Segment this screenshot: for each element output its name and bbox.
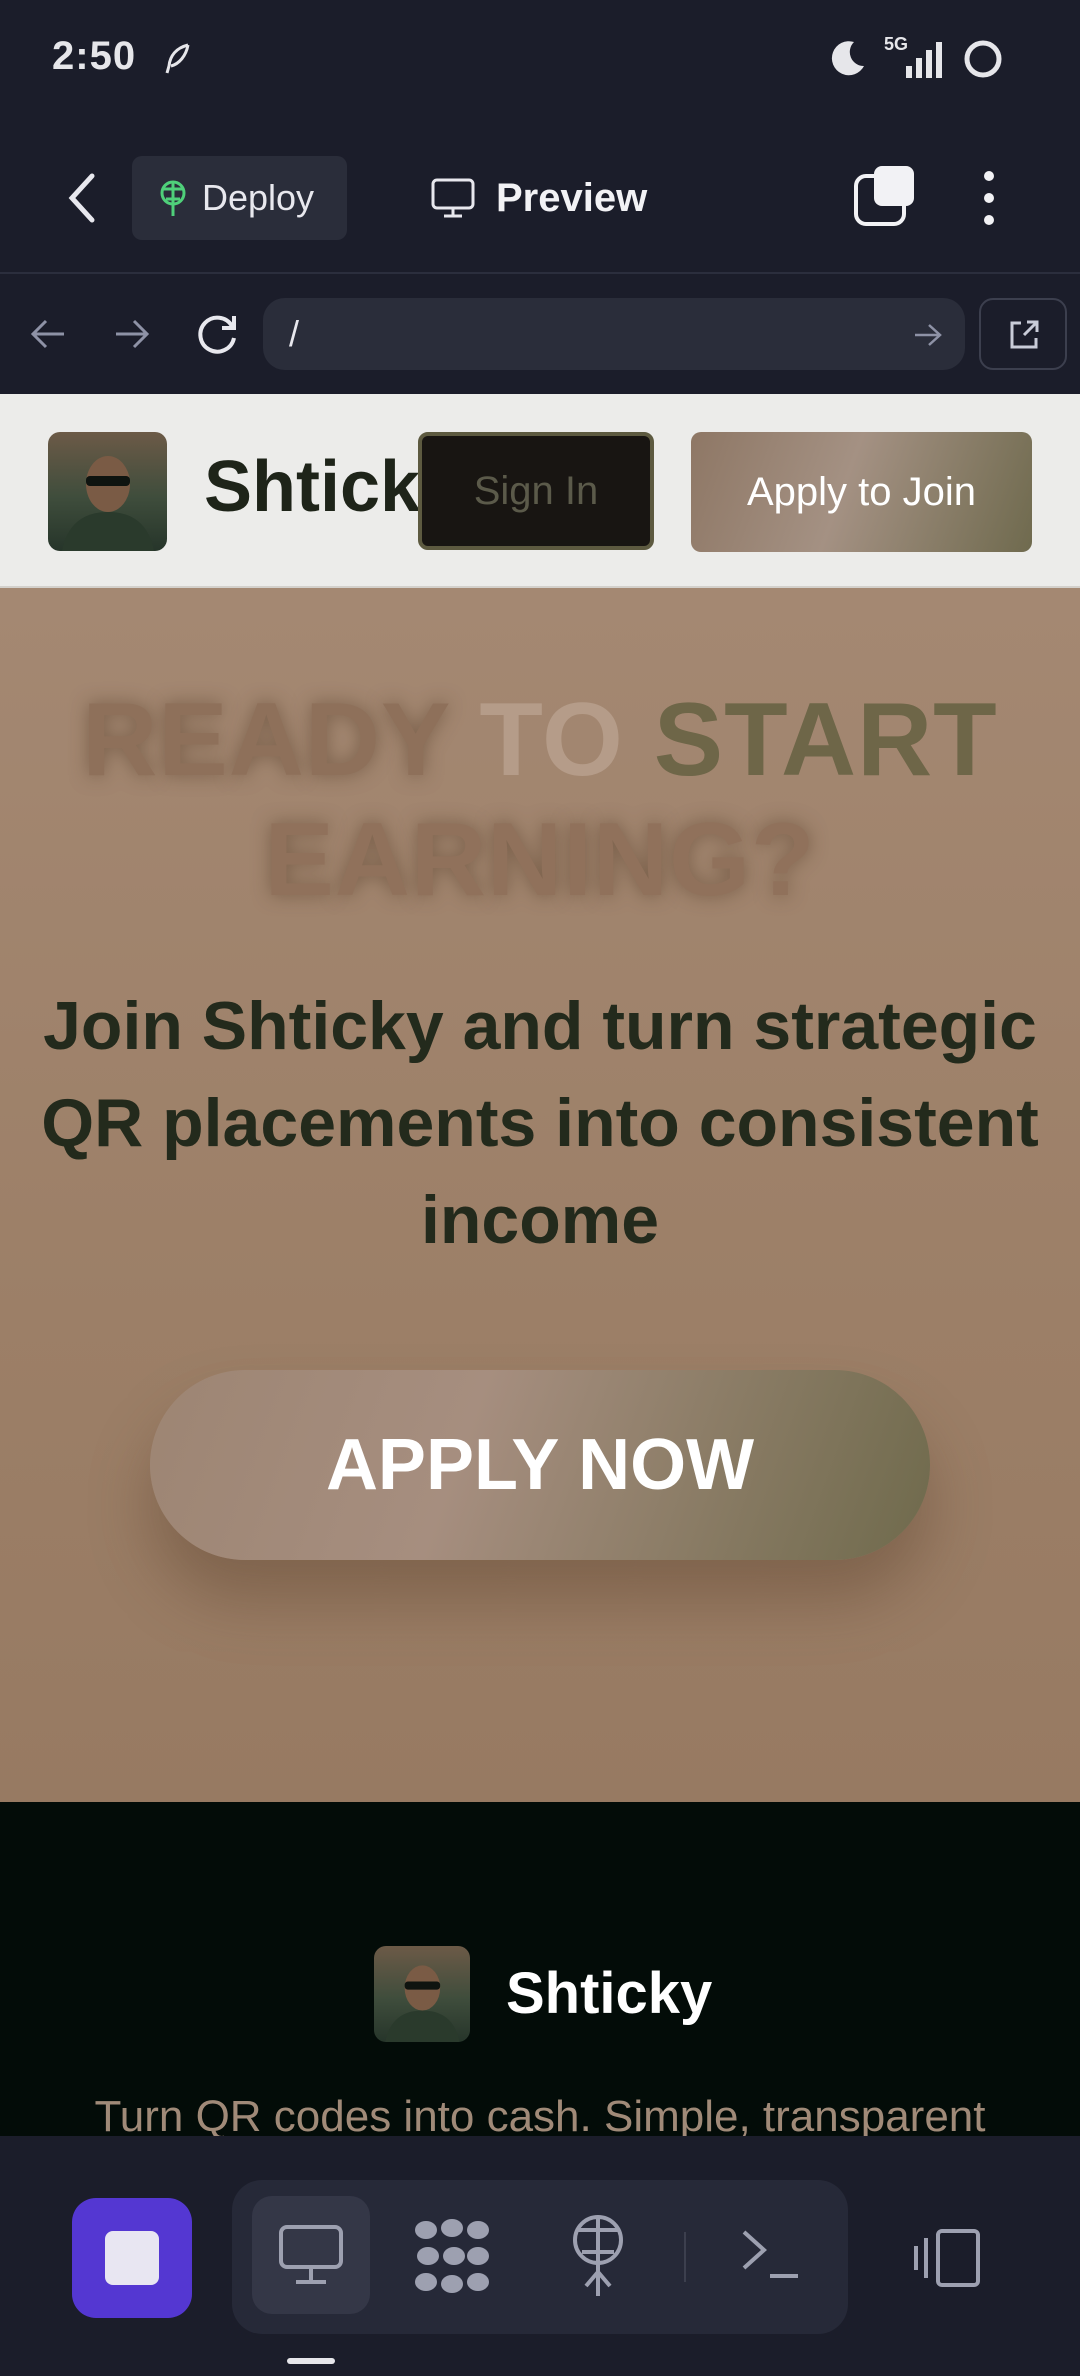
apply-now-button[interactable]: APPLY NOW — [150, 1370, 930, 1560]
footer-brand: Shticky — [506, 1961, 713, 2026]
headline-word: EARNING? — [264, 802, 816, 918]
subheadline: Join Shticky and turn strategic QR place… — [41, 988, 1039, 1258]
more-icon[interactable] — [974, 168, 1004, 228]
deploy-icon — [160, 180, 186, 216]
footer-logo — [374, 1946, 470, 2042]
view-switcher — [232, 2180, 848, 2334]
logo-image[interactable] — [48, 432, 167, 551]
antenna-icon[interactable] — [568, 2214, 628, 2298]
deploy-button[interactable]: Deploy — [132, 156, 347, 240]
headline-word: TO — [479, 682, 624, 798]
go-icon[interactable] — [913, 322, 943, 348]
arrow-left-icon[interactable] — [28, 316, 68, 352]
tabs-icon[interactable] — [852, 164, 916, 228]
device-switch-icon[interactable] — [912, 2228, 984, 2288]
headline-word: START — [653, 682, 998, 798]
external-link-icon — [1010, 320, 1039, 349]
browser-toolbar: / — [0, 276, 1080, 394]
deploy-label: Deploy — [202, 177, 315, 218]
signal-icon — [906, 42, 942, 78]
monitor-icon — [431, 178, 475, 218]
headline-word: READY — [82, 682, 450, 798]
url-text: / — [289, 313, 300, 354]
desktop-icon — [279, 2225, 343, 2284]
site-footer: Shticky Turn QR codes into cash. Simple,… — [0, 1802, 1080, 2141]
preview-label: Preview — [496, 175, 648, 220]
terminal-icon[interactable] — [740, 2226, 802, 2282]
cta-section: READY TO START EARNING? Join Shticky and… — [0, 588, 1080, 1802]
footer-tagline: Turn QR codes into cash. Simple, transpa… — [94, 2092, 986, 2141]
status-bar: 2:50 5G — [0, 0, 1080, 120]
url-input[interactable]: / — [263, 298, 965, 370]
stop-icon — [105, 2231, 159, 2285]
divider — [684, 2232, 686, 2282]
reload-icon[interactable] — [194, 312, 240, 358]
avatar — [385, 1965, 460, 2042]
moon-icon — [831, 41, 864, 76]
arrow-right-icon[interactable] — [112, 316, 152, 352]
status-time: 2:50 — [52, 34, 137, 78]
home-indicator — [287, 2358, 335, 2364]
feather-icon — [165, 43, 190, 74]
stop-button[interactable] — [72, 2198, 192, 2318]
dots-icon[interactable] — [414, 2218, 490, 2294]
app-header: Deploy Preview — [0, 120, 1080, 274]
open-external-button[interactable] — [979, 298, 1067, 370]
bottom-toolbar — [0, 2136, 1080, 2376]
site-header: Shticky Sign In Apply to Join — [0, 394, 1080, 588]
battery-ring-icon — [964, 40, 1002, 78]
avatar — [62, 456, 154, 551]
sign-in-button[interactable]: Sign In — [418, 432, 654, 550]
headline: READY TO START EARNING? — [0, 680, 1080, 920]
back-icon[interactable] — [64, 172, 104, 224]
brand-name: Shticky — [204, 447, 434, 527]
apply-to-join-button[interactable]: Apply to Join — [691, 432, 1032, 552]
preview-tab[interactable]: Preview — [430, 156, 647, 240]
desktop-view-button[interactable] — [252, 2196, 370, 2314]
